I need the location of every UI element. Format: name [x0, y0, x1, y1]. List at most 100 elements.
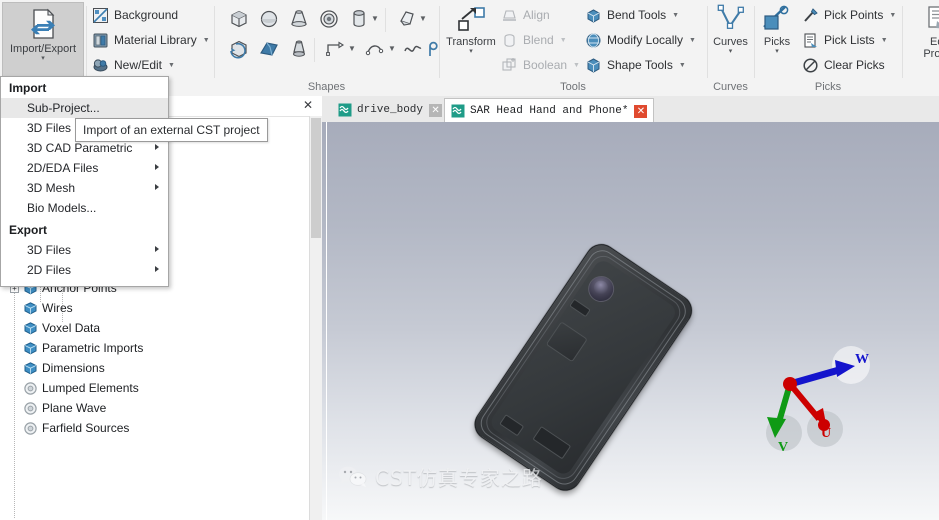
loft-icon[interactable] [258, 38, 280, 63]
cst-project-icon [451, 104, 465, 118]
bend-tools-dropdown-arrow[interactable]: ▼ [672, 12, 679, 19]
pick-lists-icon [802, 32, 819, 49]
background-icon [92, 7, 109, 24]
curve-wire-icon[interactable] [402, 38, 424, 63]
bondwire-icon[interactable] [364, 38, 386, 63]
pick-lists-command[interactable]: Pick Lists ▼ [802, 29, 888, 51]
ring-icon [23, 421, 38, 436]
tree-item-lumped-elements[interactable]: Lumped Elements [10, 378, 139, 398]
menu-item-export-2d-files[interactable]: 2D Files [1, 260, 168, 280]
group-label-picks: Picks [814, 81, 842, 93]
tree-item-label: Lumped Elements [42, 381, 139, 395]
pick-points-dropdown-arrow[interactable]: ▼ [889, 12, 896, 19]
menu-item-label: Sub-Project... [27, 101, 100, 115]
clear-picks-label: Clear Picks [824, 58, 885, 72]
tree-item-voxel-data[interactable]: Voxel Data [10, 318, 100, 338]
align-command[interactable]: Align [501, 4, 550, 26]
modify-locally-label: Modify Locally [607, 33, 684, 47]
trace-icon[interactable] [324, 38, 346, 63]
bend-tools-command[interactable]: Bend Tools ▼ [585, 4, 679, 26]
boolean-dropdown-arrow[interactable]: ▼ [573, 62, 580, 69]
extrude-icon[interactable] [396, 8, 418, 33]
trace-dropdown-arrow[interactable]: ▼ [348, 44, 356, 53]
tree-item-wires[interactable]: Wires [10, 298, 73, 318]
smartphone-3d-model[interactable] [468, 237, 699, 497]
background-command[interactable]: Background [92, 4, 178, 26]
material-library-dropdown-arrow[interactable]: ▼ [203, 37, 210, 44]
ribbon-group-shapes: ▼ ▼ ▼ ▼ Shapes [214, 0, 439, 95]
shape-dropdown-arrow[interactable]: ▼ [371, 14, 379, 23]
tree-item-label: Dimensions [42, 361, 105, 375]
blend-label: Blend [523, 33, 554, 47]
tree-item-label: Plane Wave [42, 401, 107, 415]
clear-picks-command[interactable]: Clear Picks [802, 54, 885, 76]
new-edit-dropdown-arrow[interactable]: ▼ [168, 62, 175, 69]
ring-icon [23, 381, 38, 396]
submenu-arrow-icon [155, 164, 159, 170]
torus-icon[interactable] [318, 8, 340, 33]
bondwire-dropdown-arrow[interactable]: ▼ [388, 44, 396, 53]
picks-button[interactable]: Picks ▾ [756, 4, 798, 55]
tree-item-plane-wave[interactable]: Plane Wave [10, 398, 106, 418]
transform-dropdown-arrow[interactable]: ▾ [469, 48, 473, 55]
material-library-label: Material Library [114, 33, 197, 47]
shape-tools-command[interactable]: Shape Tools ▼ [585, 54, 686, 76]
curves-dropdown-arrow[interactable]: ▾ [729, 48, 733, 55]
tree-item-farfield-sources[interactable]: Farfield Sources [10, 418, 129, 438]
menu-header-import: Import [9, 81, 47, 95]
import-export-button[interactable]: Import/Export ▾ [2, 2, 84, 84]
import-export-label: Import/Export [9, 43, 77, 55]
import-export-menu[interactable]: Import Sub-Project... 3D Files 3D CAD Para… [0, 76, 169, 287]
align-label: Align [523, 8, 550, 22]
menu-item-import-sub-project[interactable]: Sub-Project... [1, 98, 168, 118]
blend-command[interactable]: Blend ▼ [501, 29, 567, 51]
tree-item-parametric-imports[interactable]: Parametric Imports [10, 338, 143, 358]
tab-close-icon[interactable]: ✕ [429, 103, 443, 117]
shape-tools-label: Shape Tools [607, 58, 673, 72]
tree-scrollbar-thumb[interactable] [311, 118, 321, 238]
clear-picks-icon [802, 57, 819, 74]
modify-locally-command[interactable]: Modify Locally ▼ [585, 29, 696, 51]
cylinder-icon[interactable] [348, 8, 370, 33]
boolean-command[interactable]: Boolean ▼ [501, 54, 580, 76]
tree-scrollbar[interactable] [309, 116, 322, 520]
menu-item-import-2d-eda-files[interactable]: 2D/EDA Files [1, 158, 168, 178]
close-icon[interactable]: ✕ [301, 98, 315, 112]
new-edit-material-command[interactable]: New/Edit ▼ [92, 54, 175, 76]
tab-sar-head-hand-and-phone[interactable]: SAR Head Hand and Phone* ✕ [444, 98, 655, 124]
transform-button[interactable]: Transform ▾ [443, 4, 499, 55]
edit-properties-button[interactable]: Edi Prope [908, 4, 939, 60]
extrude-dropdown-arrow[interactable]: ▼ [419, 14, 427, 23]
picks-dropdown-arrow[interactable]: ▾ [775, 48, 779, 55]
material-library-command[interactable]: Material Library ▼ [92, 29, 210, 51]
import-export-dropdown-arrow[interactable]: ▾ [41, 55, 45, 62]
shape-tools-dropdown-arrow[interactable]: ▼ [679, 62, 686, 69]
modify-locally-dropdown-arrow[interactable]: ▼ [689, 37, 696, 44]
menu-item-label: 3D CAD Parametric [27, 141, 133, 155]
curves-button[interactable]: Curves ▾ [707, 4, 754, 55]
tree-item-dimensions[interactable]: Dimensions [10, 358, 105, 378]
document-tab-bar: drive_body ✕ SAR Head Hand and Phone* ✕ [322, 96, 939, 124]
menu-import-items: Sub-Project... 3D Files 3D CAD Parametric 2… [1, 98, 168, 218]
wire-icon[interactable] [424, 38, 440, 63]
tree-item-label: Farfield Sources [42, 421, 130, 435]
pick-lists-dropdown-arrow[interactable]: ▼ [881, 37, 888, 44]
brick-icon[interactable] [228, 8, 250, 33]
tab-close-icon[interactable]: ✕ [634, 104, 648, 118]
cone-icon[interactable] [288, 8, 310, 33]
rotate-shape-icon[interactable] [228, 38, 250, 63]
menu-item-import-bio-models[interactable]: Bio Models... [1, 198, 168, 218]
tab-drive-body[interactable]: drive_body ✕ [332, 98, 448, 122]
sphere-icon[interactable] [258, 8, 280, 33]
blend-dropdown-arrow[interactable]: ▼ [560, 37, 567, 44]
cst-project-icon [338, 103, 352, 117]
cone-solid-icon[interactable] [288, 38, 310, 63]
viewport-canvas[interactable]: W V U [326, 122, 939, 520]
menu-item-export-3d-files[interactable]: 3D Files [1, 240, 168, 260]
menu-item-import-3d-mesh[interactable]: 3D Mesh [1, 178, 168, 198]
wechat-icon [338, 465, 368, 489]
model-3d-viewport[interactable]: W V U [322, 122, 939, 520]
new-edit-material-label: New/Edit [114, 58, 163, 72]
tree-item-label: Wires [42, 301, 73, 315]
pick-points-command[interactable]: Pick Points ▼ [802, 4, 896, 26]
